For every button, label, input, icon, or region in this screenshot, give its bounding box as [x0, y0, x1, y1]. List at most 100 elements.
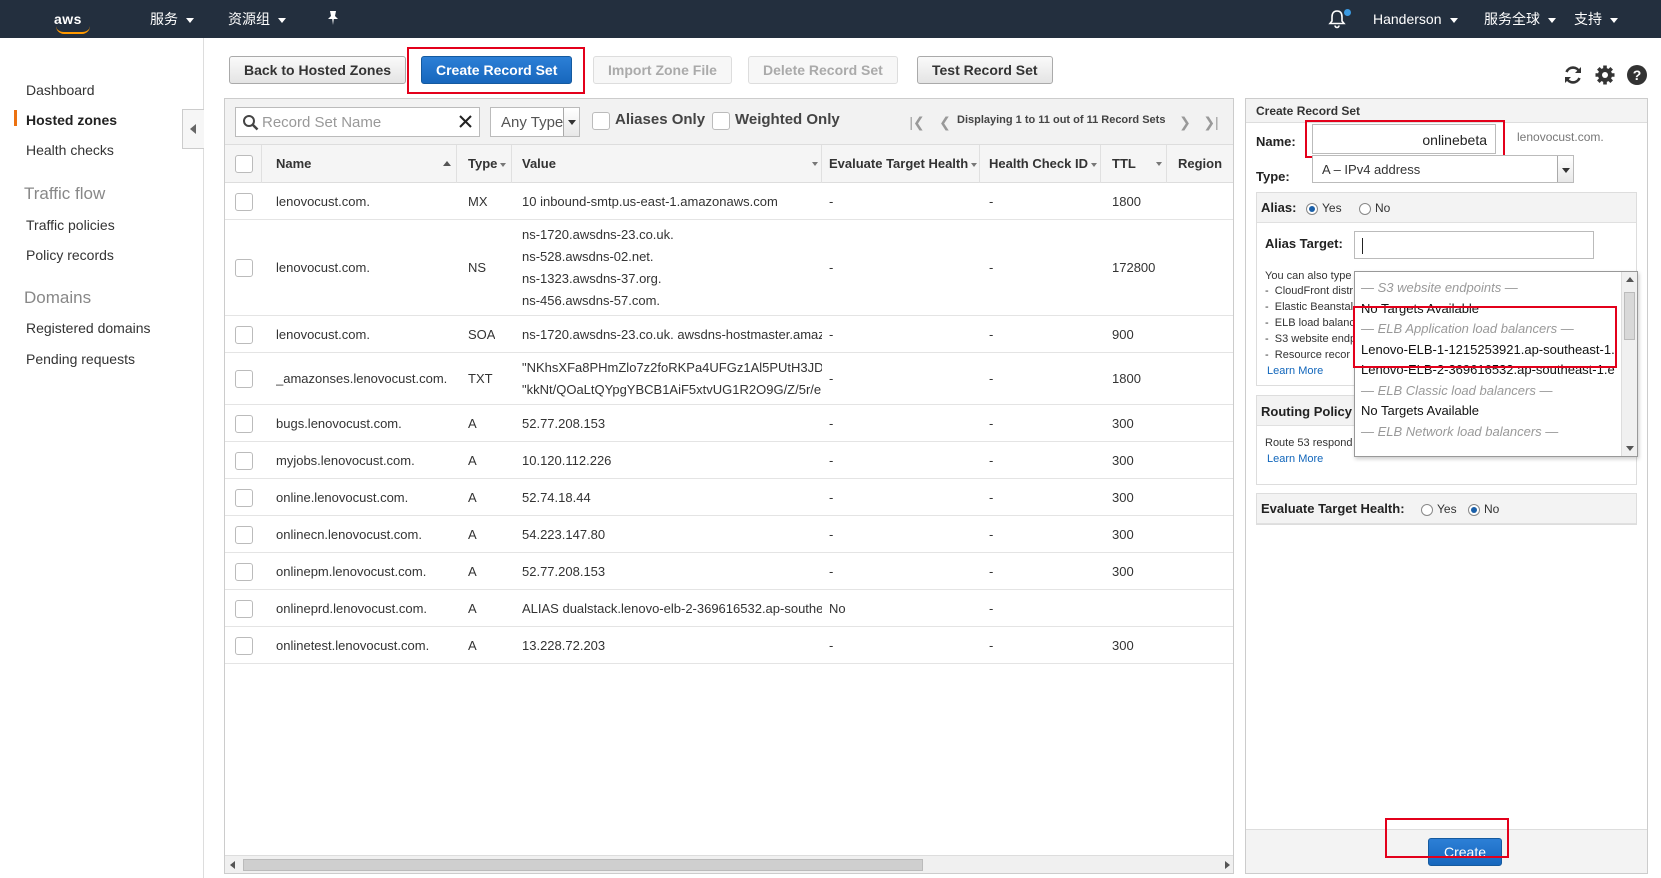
row-checkbox[interactable]	[235, 415, 253, 433]
scroll-up-icon[interactable]	[1626, 277, 1634, 282]
scroll-right-icon[interactable]	[1225, 861, 1230, 869]
help-icon[interactable]: ?	[1626, 64, 1650, 88]
test-record-set-button[interactable]: Test Record Set	[917, 56, 1053, 84]
highlight-box-create	[1385, 818, 1509, 858]
evaluate-target-health-section: Evaluate Target Health: Yes No	[1256, 493, 1637, 525]
alias-target-input[interactable]	[1354, 231, 1594, 259]
services-menu[interactable]: 服务	[150, 0, 194, 38]
back-to-hosted-zones-button[interactable]: Back to Hosted Zones	[229, 56, 407, 84]
sidebar-item-dashboard[interactable]: Dashboard	[26, 82, 95, 98]
sort-caret-icon[interactable]	[812, 162, 818, 166]
sidebar-item-traffic-policies[interactable]: Traffic policies	[26, 217, 115, 233]
row-checkbox[interactable]	[235, 193, 253, 211]
column-header-ttl[interactable]: TTL	[1112, 156, 1136, 171]
table-row[interactable]: lenovocust.com. SOA ns-1720.awsdns-23.co.u…	[225, 316, 1233, 353]
last-page-icon[interactable]: ❯|	[1203, 113, 1219, 131]
row-checkbox[interactable]	[235, 637, 253, 655]
horizontal-scrollbar[interactable]	[225, 855, 1233, 873]
table-row[interactable]: onlinetest.lenovocust.com. A 13.228.72.203…	[225, 627, 1233, 664]
evaluate-no-radio[interactable]	[1468, 504, 1480, 516]
sidebar-item-policy-records[interactable]: Policy records	[26, 247, 114, 263]
sort-caret-icon[interactable]	[1156, 162, 1162, 166]
previous-page-icon[interactable]: ❮	[937, 113, 953, 131]
row-checkbox[interactable]	[235, 259, 253, 277]
alias-learn-more-link[interactable]: Learn More	[1267, 365, 1323, 377]
record-type-cell: A	[468, 564, 477, 579]
routing-learn-more-link[interactable]: Learn More	[1267, 453, 1323, 465]
table-row[interactable]: _amazonses.lenovocust.com. TXT "NKhsXFa8PH…	[225, 353, 1233, 405]
record-set-name-input[interactable]	[262, 113, 452, 131]
record-name-cell: onlinecn.lenovocust.com.	[276, 527, 422, 542]
scrollbar-thumb[interactable]	[243, 859, 923, 871]
delete-record-set-button[interactable]: Delete Record Set	[748, 56, 898, 84]
record-value-line: 13.228.72.203	[522, 638, 606, 653]
region-menu[interactable]: 服务全球	[1484, 0, 1556, 38]
sidebar-item-pending-requests[interactable]: Pending requests	[26, 351, 135, 367]
row-checkbox[interactable]	[235, 452, 253, 470]
column-divider	[1100, 145, 1101, 183]
notifications-bell-icon[interactable]	[1328, 9, 1351, 29]
collapse-sidebar-button[interactable]	[182, 109, 204, 149]
column-header-name-label: Name	[276, 156, 312, 171]
table-row[interactable]: online.lenovocust.com. A 52.74.18.44 - - 300	[225, 479, 1233, 516]
column-header-region[interactable]: Region	[1178, 156, 1222, 171]
column-header-health-check-id[interactable]: Health Check ID	[989, 156, 1097, 171]
table-row[interactable]: myjobs.lenovocust.com. A 10.120.112.226 - - 3…	[225, 442, 1233, 479]
record-type-cell: A	[468, 638, 477, 653]
table-row[interactable]: bugs.lenovocust.com. A 52.77.208.153 - - 300	[225, 405, 1233, 442]
row-checkbox[interactable]	[235, 326, 253, 344]
alias-yes-radio[interactable]	[1306, 203, 1318, 215]
column-header-name[interactable]: Name	[276, 156, 311, 171]
support-label: 支持	[1574, 11, 1602, 27]
table-row[interactable]: onlinecn.lenovocust.com. A 54.223.147.80 - -…	[225, 516, 1233, 553]
pin-icon[interactable]	[326, 10, 340, 28]
import-zone-file-button[interactable]: Import Zone File	[593, 56, 732, 84]
record-type-select[interactable]: A – IPv4 address	[1312, 155, 1574, 183]
scroll-down-icon[interactable]	[1626, 446, 1634, 451]
sidebar-item-health-checks[interactable]: Health checks	[26, 142, 114, 158]
type-filter-select[interactable]: Any Type	[490, 107, 580, 137]
table-row[interactable]: onlinepm.lenovocust.com. A 52.77.208.153 - -…	[225, 553, 1233, 590]
chevron-down-icon	[278, 17, 286, 23]
column-divider	[821, 145, 822, 183]
support-menu[interactable]: 支持	[1574, 0, 1618, 38]
evaluate-no-label: No	[1484, 502, 1500, 516]
scroll-left-icon[interactable]	[230, 861, 235, 869]
row-checkbox[interactable]	[235, 563, 253, 581]
sort-ascending-icon[interactable]	[443, 161, 451, 166]
aws-logo[interactable]: aws	[54, 0, 90, 38]
sidebar-item-hosted-zones[interactable]: Hosted zones	[26, 112, 117, 128]
clear-icon[interactable]	[458, 114, 473, 132]
table-row[interactable]: onlineprd.lenovocust.com. A ALIAS dualstac…	[225, 590, 1233, 627]
aliases-only-checkbox[interactable]	[592, 112, 610, 130]
table-row[interactable]: lenovocust.com. NS ns-1720.awsdns-23.co.uk…	[225, 220, 1233, 316]
search-box[interactable]	[235, 107, 480, 137]
ttl-cell: 900	[1112, 327, 1134, 342]
dropdown-option[interactable]: No Targets Available	[1361, 403, 1479, 418]
dropdown-scrollbar-thumb[interactable]	[1624, 292, 1635, 340]
next-page-icon[interactable]: ❯	[1177, 113, 1193, 131]
evaluate-yes-radio[interactable]	[1421, 504, 1433, 516]
resource-groups-menu[interactable]: 资源组	[228, 0, 286, 38]
record-value-cell: ALIAS dualstack.lenovo-elb-2-369616532.a…	[522, 598, 822, 620]
user-menu[interactable]: Handerson	[1373, 0, 1458, 38]
record-type-cell: A	[468, 601, 477, 616]
row-checkbox[interactable]	[235, 489, 253, 507]
column-header-value[interactable]: Value	[522, 156, 556, 171]
column-header-evaluate-target-health[interactable]: Evaluate Target Health	[829, 156, 978, 171]
row-checkbox[interactable]	[235, 526, 253, 544]
select-all-checkbox[interactable]	[235, 155, 253, 173]
row-checkbox[interactable]	[235, 600, 253, 618]
dropdown-scrollbar[interactable]	[1621, 272, 1637, 456]
alias-help-text: CloudFront distr	[1274, 285, 1354, 297]
gear-icon[interactable]	[1594, 64, 1618, 88]
table-row[interactable]: lenovocust.com. MX 10 inbound-smtp.us-east…	[225, 183, 1233, 220]
pagination-status: Displaying 1 to 11 out of 11 Record Sets	[957, 114, 1166, 126]
column-header-type[interactable]: Type	[468, 156, 507, 171]
row-checkbox[interactable]	[235, 370, 253, 388]
alias-no-radio[interactable]	[1359, 203, 1371, 215]
weighted-only-checkbox[interactable]	[712, 112, 730, 130]
refresh-icon[interactable]	[1562, 64, 1586, 88]
sidebar-item-registered-domains[interactable]: Registered domains	[26, 320, 151, 336]
first-page-icon[interactable]: |❮	[909, 113, 925, 131]
